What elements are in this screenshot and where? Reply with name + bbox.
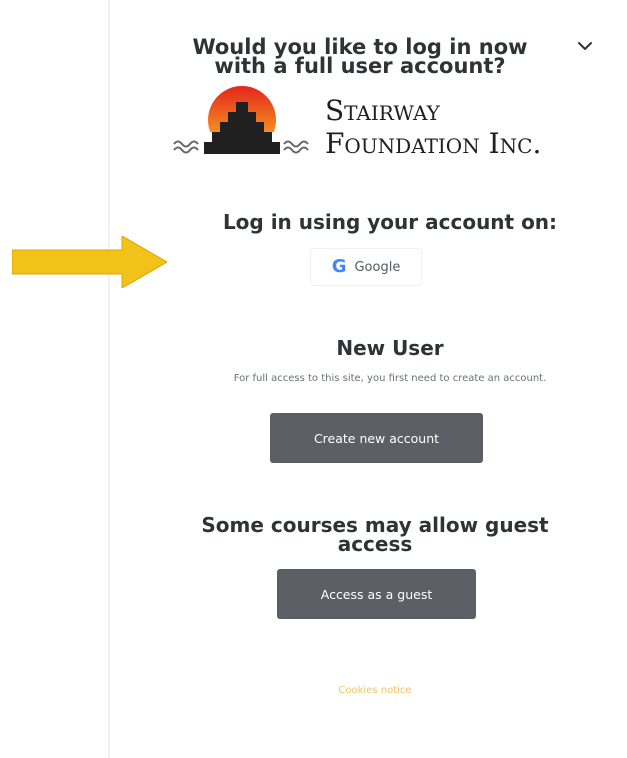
arrow-right-icon [12, 236, 167, 288]
guest-heading-line2: access [337, 532, 413, 556]
google-g-icon: G [331, 256, 347, 277]
google-login-button[interactable]: G Google [310, 248, 422, 286]
sunrise-pyramid-icon [173, 86, 309, 160]
login-heading: Log in using your account on: [222, 210, 558, 234]
cookies-notice-link[interactable]: Cookies notice [260, 685, 490, 696]
new-user-heading: New User [336, 336, 444, 360]
guest-access-heading: Some courses may allow guest access [160, 515, 590, 556]
login-prompt-title: Would you like to log in now with a full… [160, 37, 560, 78]
create-new-account-button[interactable]: Create new account [270, 413, 483, 463]
logo-line2: Foundation Inc. [325, 127, 542, 160]
logo-line1: Stairway [325, 94, 440, 127]
stairway-foundation-logo: Stairway Foundation Inc. [172, 82, 582, 167]
new-user-description: For full access to this site, you first … [233, 373, 547, 384]
access-as-guest-button[interactable]: Access as a guest [277, 569, 476, 619]
chevron-down-icon[interactable] [575, 38, 595, 54]
login-prompt-line2: with a full user account? [214, 54, 506, 78]
google-login-label: Google [354, 259, 401, 275]
